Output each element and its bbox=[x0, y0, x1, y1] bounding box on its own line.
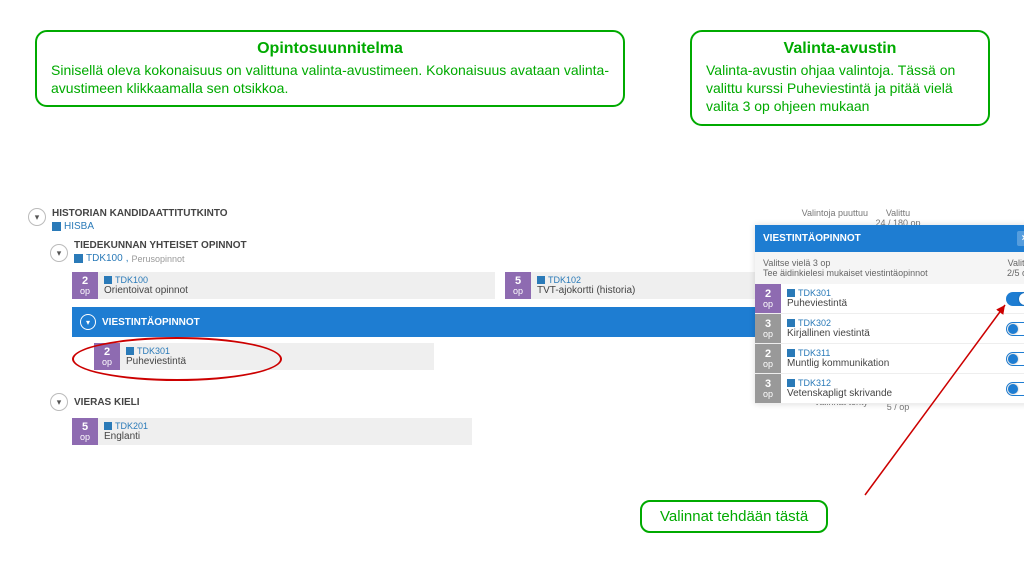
callout-assist-body: Valinta-avustin ohjaa valintoja. Tässä o… bbox=[706, 61, 974, 116]
callout-plan: Opintosuunnitelma Sinisellä oleva kokona… bbox=[35, 30, 625, 107]
course-code: TDK302 bbox=[787, 318, 1000, 328]
degree-missing-label: Valintoja puuttuu bbox=[778, 208, 868, 218]
course-code: TDK301 bbox=[787, 288, 1000, 298]
callout-assist: Valinta-avustin Valinta-avustin ohjaa va… bbox=[690, 30, 990, 126]
chevron-down-icon[interactable]: ▾ bbox=[80, 314, 96, 330]
faculty-level: Perusopinnot bbox=[131, 254, 184, 264]
degree-code[interactable]: HISBA bbox=[52, 221, 94, 232]
chevron-down-icon[interactable]: ▾ bbox=[50, 244, 68, 262]
calendar-icon bbox=[537, 276, 545, 284]
toggle-switch[interactable] bbox=[1006, 382, 1024, 396]
degree-title: HISTORIAN KANDIDAATTITUTKINTO bbox=[52, 208, 778, 219]
calendar-icon bbox=[104, 276, 112, 284]
faculty-code: TDK100 bbox=[86, 253, 123, 264]
assist-course-list: 2op TDK301Puheviestintä 3op TDK302Kirjallin… bbox=[755, 284, 1024, 404]
credit-badge: 3op bbox=[755, 314, 781, 343]
faculty-title[interactable]: TIEDEKUNNAN YHTEISET OPINNOT bbox=[74, 240, 778, 251]
toggle-switch[interactable] bbox=[1006, 322, 1024, 336]
credit-badge: 2op bbox=[755, 284, 781, 313]
course-card[interactable]: 5op TDK201 Englanti bbox=[72, 418, 472, 445]
assist-item[interactable]: 2op TDK301Puheviestintä bbox=[755, 284, 1024, 314]
assist-subheader: Valitse vielä 3 op Tee äidinkielesi muka… bbox=[755, 252, 1024, 284]
close-icon[interactable]: × bbox=[1017, 231, 1024, 246]
course-name: Kirjallinen viestintä bbox=[787, 328, 1000, 339]
chevron-down-icon[interactable]: ▾ bbox=[50, 393, 68, 411]
communication-title: VIESTINTÄOPINNOT bbox=[102, 317, 780, 328]
callout-plan-title: Opintosuunnitelma bbox=[51, 40, 609, 58]
lang-course-wrapper: 5op TDK201 Englanti bbox=[72, 418, 472, 445]
selection-assistant-panel: VIESTINTÄOPINNOT × Valitse vielä 3 op Te… bbox=[755, 225, 1024, 404]
course-name: Puheviestintä bbox=[787, 298, 1000, 309]
callout-assist-title: Valinta-avustin bbox=[706, 40, 974, 58]
credit-badge: 3op bbox=[755, 374, 781, 403]
lang-title[interactable]: VIERAS KIELI bbox=[74, 397, 778, 408]
degree-selected-label: Valittu bbox=[868, 208, 928, 218]
selected-course-wrapper: 2op TDK301 Puheviestintä bbox=[94, 343, 434, 370]
calendar-icon bbox=[74, 254, 83, 263]
credit-badge: 2op bbox=[755, 344, 781, 373]
assist-item[interactable]: 3op TDK312Vetenskapligt skrivande bbox=[755, 374, 1024, 404]
assist-header: VIESTINTÄOPINNOT × bbox=[755, 225, 1024, 252]
toggle-switch[interactable] bbox=[1006, 292, 1024, 306]
chevron-down-icon[interactable]: ▾ bbox=[28, 208, 46, 226]
assist-item[interactable]: 2op TDK311Muntlig kommunikation bbox=[755, 344, 1024, 374]
calendar-icon bbox=[104, 422, 112, 430]
course-card[interactable]: 2op TDK301 Puheviestintä bbox=[94, 343, 434, 370]
calendar-icon bbox=[126, 347, 134, 355]
calendar-icon bbox=[52, 222, 61, 231]
course-code: TDK312 bbox=[787, 378, 1000, 388]
toggle-switch[interactable] bbox=[1006, 352, 1024, 366]
course-name: Muntlig kommunikation bbox=[787, 358, 1000, 369]
course-code: TDK311 bbox=[787, 348, 1000, 358]
course-card[interactable]: 2op TDK100 Orientoivat opinnot bbox=[72, 272, 495, 299]
callout-bottom: Valinnat tehdään tästä bbox=[640, 500, 828, 533]
callout-plan-body: Sinisellä oleva kokonaisuus on valittuna… bbox=[51, 61, 609, 97]
assist-item[interactable]: 3op TDK302Kirjallinen viestintä bbox=[755, 314, 1024, 344]
course-name: Vetenskapligt skrivande bbox=[787, 388, 1000, 399]
